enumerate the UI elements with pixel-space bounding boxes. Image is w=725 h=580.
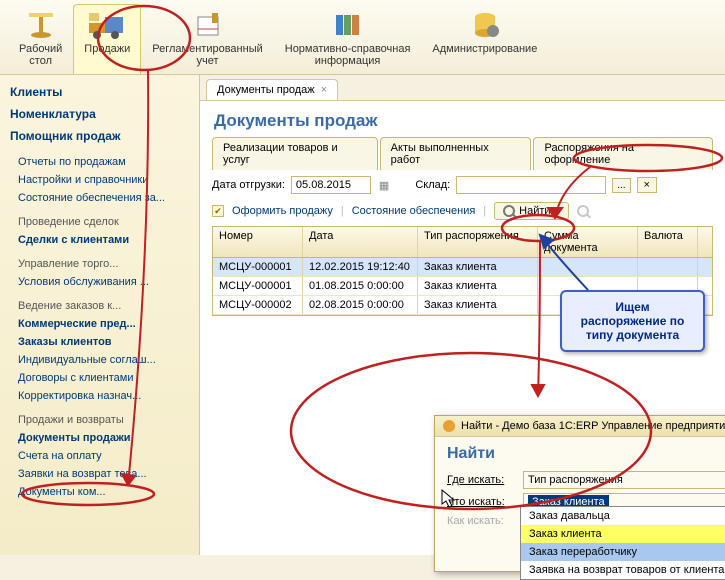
toolbar-ref[interactable]: Нормативно-справочная информация <box>274 4 422 74</box>
wh-clear-btn[interactable]: × <box>637 177 657 193</box>
side-clients[interactable]: Клиенты <box>0 81 199 103</box>
col-type[interactable]: Тип распоряжения <box>418 227 538 257</box>
sidebar: Клиенты Номенклатура Помощник продаж Отч… <box>0 75 200 555</box>
dialog-titlebar[interactable]: Найти - Демо база 1C:ERP Управление пред… <box>435 416 725 437</box>
where-input[interactable]: Тип распоряжения <box>523 471 725 489</box>
app-icon <box>443 420 455 432</box>
ship-label: Дата отгрузки: <box>212 179 285 191</box>
subtabs: Реализации товаров и услуг Акты выполнен… <box>200 137 725 170</box>
table-row[interactable]: МСЦУ-000001 12.02.2015 19:12:40 Заказ кл… <box>213 258 712 277</box>
col-number[interactable]: Номер <box>213 227 303 257</box>
side-orders[interactable]: Заказы клиентов <box>0 333 199 351</box>
db-icon <box>465 9 505 41</box>
format-label[interactable]: Оформить продажу <box>232 205 333 217</box>
toolbar-reg[interactable]: Регламентированный учет <box>141 4 274 74</box>
side-ret-req[interactable]: Заявки на возврат това... <box>0 465 199 483</box>
side-deals[interactable]: Сделки с клиентами <box>0 231 199 249</box>
tab-bar: Документы продаж × <box>200 75 725 101</box>
toolbar-reg-label: Регламентированный учет <box>152 43 263 67</box>
dd-opt-3[interactable]: Заказ переработчику <box>521 543 725 561</box>
toolbar-sales[interactable]: Продажи <box>73 4 141 74</box>
side-mgmt-sec: Управление торго... <box>0 255 199 273</box>
desk-icon <box>21 9 61 41</box>
side-docs[interactable]: Документы продажи <box>0 429 199 447</box>
col-sum[interactable]: Сумма документа <box>538 227 638 257</box>
dialog-heading: Найти <box>447 445 725 463</box>
what-label: Что искать: <box>447 496 517 508</box>
where-label: Где искать: <box>447 474 517 486</box>
wh-label: Склад: <box>415 179 450 191</box>
books-icon <box>328 9 368 41</box>
col-date[interactable]: Дата <box>303 227 418 257</box>
toolbar-admin-label: Администрирование <box>432 43 537 55</box>
grid-header: Номер Дата Тип распоряжения Сумма докуме… <box>213 227 712 258</box>
col-currency[interactable]: Валюта <box>638 227 698 257</box>
side-correct[interactable]: Корректировка назнач... <box>0 387 199 405</box>
subtab-acts[interactable]: Акты выполненных работ <box>380 137 532 170</box>
side-reports[interactable]: Отчеты по продажам <box>0 153 199 171</box>
state-link[interactable]: Состояние обеспечения <box>352 205 476 217</box>
side-terms[interactable]: Условия обслуживания ... <box>0 273 199 291</box>
tab-label: Документы продаж <box>217 84 315 96</box>
toolbar-desktop[interactable]: Рабочий стол <box>8 4 73 74</box>
side-offers[interactable]: Коммерческие пред... <box>0 315 199 333</box>
side-deals-sec: Проведение сделок <box>0 213 199 231</box>
tab-docs[interactable]: Документы продаж × <box>206 79 338 100</box>
annotation-callout: Ищем распоряжение по типу документа <box>560 290 705 352</box>
side-ind[interactable]: Индивидуальные соглаш... <box>0 351 199 369</box>
toolbar-desktop-label: Рабочий стол <box>19 43 62 67</box>
action-row: ✔ Оформить продажу | Состояние обеспечен… <box>200 200 725 226</box>
side-returns-sec: Продажи и возвраты <box>0 411 199 429</box>
wh-input[interactable] <box>456 176 606 194</box>
how-label: Как искать: <box>447 515 517 527</box>
toolbar-sales-label: Продажи <box>84 43 130 55</box>
side-helper[interactable]: Помощник продаж <box>0 125 199 147</box>
dd-opt-2[interactable]: Заказ клиента <box>521 525 725 543</box>
tab-close-icon[interactable]: × <box>321 84 327 96</box>
truck-icon <box>87 9 127 41</box>
search-clear-icon[interactable] <box>577 205 589 217</box>
filter-row: Дата отгрузки: ▦ Склад: ... × <box>200 170 725 200</box>
side-kom[interactable]: Документы ком... <box>0 483 199 501</box>
dialog-title: Найти - Демо база 1C:ERP Управление пред… <box>461 420 725 432</box>
calendar-icon[interactable]: ▦ <box>377 179 391 192</box>
side-orders-sec: Ведение заказов к... <box>0 297 199 315</box>
find-label: Найти... <box>519 205 560 217</box>
side-settings[interactable]: Настройки и справочники <box>0 171 199 189</box>
side-state[interactable]: Состояние обеспечения за... <box>0 189 199 207</box>
page-title: Документы продаж <box>200 101 725 137</box>
toolbar-ref-label: Нормативно-справочная информация <box>285 43 411 67</box>
format-checkbox[interactable]: ✔ <box>212 205 224 217</box>
book-icon <box>188 9 228 41</box>
find-button[interactable]: Найти... <box>494 202 569 220</box>
dd-opt-1[interactable]: Заказ давальца <box>521 507 725 525</box>
ship-date-input[interactable] <box>291 176 371 194</box>
side-contracts[interactable]: Договоры с клиентами <box>0 369 199 387</box>
side-nomen[interactable]: Номенклатура <box>0 103 199 125</box>
side-invoices[interactable]: Счета на оплату <box>0 447 199 465</box>
search-icon <box>503 205 515 217</box>
toolbar-admin[interactable]: Администрирование <box>421 4 548 74</box>
subtab-orders[interactable]: Распоряжения на оформление <box>533 137 713 170</box>
dd-opt-4[interactable]: Заявка на возврат товаров от клиента <box>521 561 725 579</box>
main-toolbar: Рабочий стол Продажи Регламентированный … <box>0 0 725 75</box>
find-dialog: Найти - Демо база 1C:ERP Управление пред… <box>434 415 725 572</box>
what-dropdown: Заказ давальца Заказ клиента Заказ перер… <box>520 506 725 580</box>
subtab-realizations[interactable]: Реализации товаров и услуг <box>212 137 378 170</box>
wh-select-btn[interactable]: ... <box>612 178 630 193</box>
